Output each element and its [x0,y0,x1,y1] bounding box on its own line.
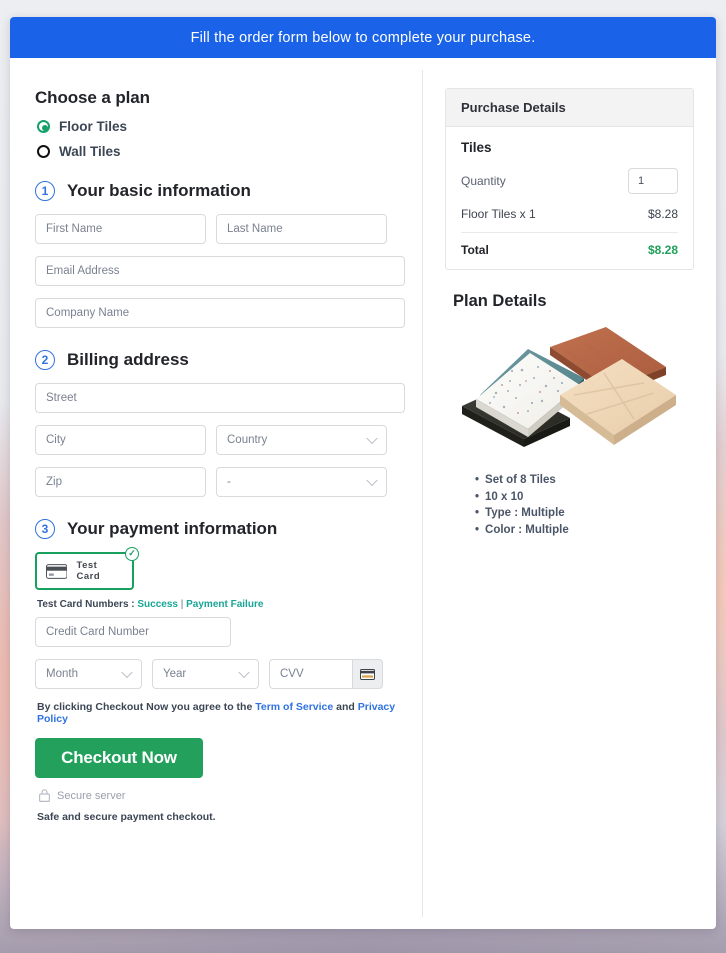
plan-option-label: Floor Tiles [59,119,128,134]
tiles-stack-image [454,323,686,458]
expiry-year-value: Year [163,668,187,680]
zip-input[interactable]: Zip [35,467,206,497]
purchase-details-title: Purchase Details [446,89,693,127]
test-card-failure-link[interactable]: Payment Failure [186,599,263,610]
step-number-badge: 3 [35,519,55,539]
email-input[interactable]: Email Address [35,256,405,286]
card-body: Choose a plan Floor Tiles Wall Tiles 1 Y… [10,58,716,929]
total-row: Total $8.28 [461,233,678,257]
lock-icon [39,789,50,802]
cvv-help-button[interactable] [352,659,383,689]
test-card-label: Test Card [76,560,101,582]
expiry-month-select[interactable]: Month [35,659,142,689]
last-name-input[interactable]: Last Name [216,214,387,244]
cvv-group: CVV [269,659,383,689]
expiry-year-select[interactable]: Year [152,659,259,689]
purchase-details-body: Tiles Quantity 1 Floor Tiles x 1 $8.28 T… [446,127,693,269]
test-card-numbers-row: Test Card Numbers : Success | Payment Fa… [37,599,405,610]
plan-details-bullets: Set of 8 Tiles 10 x 10 Type : Multiple C… [475,472,694,539]
plan-bullet: Set of 8 Tiles [475,472,694,489]
state-select-value: - [227,476,231,488]
expiry-cvv-row: Month Year CVV [35,659,405,689]
credit-card-icon [360,668,375,680]
link-separator: | [177,599,187,610]
credit-card-number-input[interactable]: Credit Card Number [35,617,231,647]
plan-option-floor-tiles[interactable]: Floor Tiles [37,119,405,134]
plan-option-wall-tiles[interactable]: Wall Tiles [37,144,405,159]
radio-floor-tiles-icon[interactable] [37,120,50,133]
line-item-amount: $8.28 [647,207,678,221]
expiry-month-value: Month [46,668,78,680]
country-select[interactable]: Country [216,425,387,455]
quantity-input[interactable]: 1 [628,168,678,194]
street-row: Street [35,383,405,413]
secure-server-label: Secure server [57,789,126,802]
street-input[interactable]: Street [35,383,405,413]
city-country-row: City Country [35,425,405,455]
purchase-details-panel: Purchase Details Tiles Quantity 1 Floor … [445,88,694,270]
step-title: Billing address [67,350,189,369]
step-number-badge: 1 [35,181,55,201]
plan-bullet: Type : Multiple [475,505,694,522]
zip-state-row: Zip - [35,467,405,497]
total-amount: $8.28 [647,243,678,257]
tiles-illustration [461,327,676,447]
terms-and: and [333,701,358,713]
chevron-down-icon [366,432,378,445]
term-of-service-link[interactable]: Term of Service [255,701,333,713]
chevron-down-icon [121,666,133,679]
name-row: First Name Last Name [35,214,405,244]
plan-bullet: Color : Multiple [475,522,694,539]
city-input[interactable]: City [35,425,206,455]
country-select-value: Country [227,434,268,446]
order-form-column: Choose a plan Floor Tiles Wall Tiles 1 Y… [10,58,422,929]
banner-text: Fill the order form below to complete yo… [190,29,536,46]
line-item-row: Floor Tiles x 1 $8.28 [461,207,678,233]
plan-details-title: Plan Details [453,292,547,310]
cvv-input[interactable]: CVV [269,659,352,689]
quantity-label: Quantity [461,174,506,188]
step-header-basic-information: 1 Your basic information [35,181,405,201]
step-title: Your basic information [67,181,251,200]
item-group-label: Tiles [461,140,492,155]
terms-prefix: By clicking Checkout Now you agree to th… [37,701,256,713]
choose-plan-title: Choose a plan [35,88,150,107]
secure-server-note: Secure server [39,789,405,802]
radio-wall-tiles-icon[interactable] [37,145,50,158]
company-row: Company Name [35,298,405,328]
test-card-option[interactable]: Test Card ✓ [35,547,139,590]
selected-check-icon: ✓ [125,547,139,561]
chevron-down-icon [366,474,378,487]
checkout-now-button[interactable]: Checkout Now [35,738,203,778]
test-card-numbers-label: Test Card Numbers : [37,599,138,610]
page-banner: Fill the order form below to complete yo… [10,17,716,58]
step-title: Your payment information [67,519,278,538]
total-label: Total [461,243,489,257]
test-card-success-link[interactable]: Success [137,599,178,610]
line-item-label: Floor Tiles x 1 [461,207,536,221]
company-name-input[interactable]: Company Name [35,298,405,328]
first-name-input[interactable]: First Name [35,214,206,244]
step-header-payment-information: 3 Your payment information [35,519,405,539]
credit-card-number-row: Credit Card Number [35,617,405,647]
checkout-card: Fill the order form below to complete yo… [10,17,716,929]
state-select[interactable]: - [216,467,387,497]
safe-checkout-note: Safe and secure payment checkout. [37,811,216,823]
plan-option-label: Wall Tiles [59,144,121,159]
plan-bullet: 10 x 10 [475,489,694,506]
credit-card-icon [46,563,68,579]
chevron-down-icon [238,666,250,679]
quantity-row: Quantity 1 [461,168,678,194]
terms-text: By clicking Checkout Now you agree to th… [37,701,405,725]
step-number-badge: 2 [35,350,55,370]
summary-column: Purchase Details Tiles Quantity 1 Floor … [423,58,716,929]
step-header-billing-address: 2 Billing address [35,350,405,370]
email-row: Email Address [35,256,405,286]
